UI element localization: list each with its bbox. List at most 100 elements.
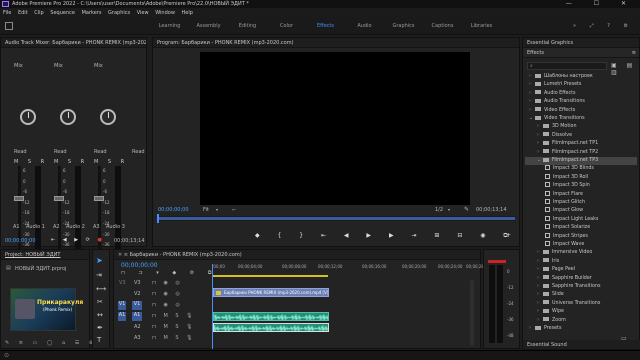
track-row-a3[interactable]: A3 ⊓ M S 🎙: [116, 334, 210, 344]
effect-folder[interactable]: › Sapphire Builder: [525, 275, 637, 283]
program-timecode[interactable]: 00;00;00;00: [158, 207, 189, 213]
channel-a1-track[interactable]: Audio 1: [26, 224, 45, 230]
timeline-ruler[interactable]: :00;00 00;00;04;00 00;00;08;00 00;00;12;…: [212, 264, 488, 274]
pan-knob-a1[interactable]: [20, 109, 36, 125]
workspace-extra-icons[interactable]: » ⤢ ? ⚙: [573, 23, 634, 29]
effect-folder[interactable]: ⌄ Video Transitions: [525, 115, 637, 123]
effect-item[interactable]: Impact Stripes: [525, 232, 637, 241]
track-controls-a1[interactable]: ⊓ M S 🎙: [152, 313, 196, 319]
program-scrubber[interactable]: [157, 214, 515, 223]
menu-markers[interactable]: Markers: [82, 10, 102, 16]
effect-item[interactable]: Impact Light Leaks: [525, 215, 637, 224]
workspace-graphics[interactable]: Graphics: [384, 18, 423, 35]
track-row-a1[interactable]: A1 A1 ⊓ M S 🎙: [116, 312, 210, 322]
workspace-learning[interactable]: Learning: [150, 18, 189, 35]
wrench-icon[interactable]: ✎: [464, 206, 469, 213]
workspace-captions[interactable]: Captions: [423, 18, 462, 35]
workspace-color[interactable]: Color: [267, 18, 306, 35]
track-controls-v1[interactable]: ⊓ ◉ ◎: [152, 302, 183, 308]
mixer-timecode[interactable]: 00;00;00;00: [5, 238, 36, 244]
mix-label-a2[interactable]: Mix: [54, 63, 63, 69]
fit-chevron-icon[interactable]: ▾: [216, 207, 218, 212]
menu-sequence[interactable]: Sequence: [50, 10, 75, 16]
timeline-playhead[interactable]: [212, 264, 213, 349]
effect-folder[interactable]: › 3D Motion: [525, 123, 637, 131]
effect-folder[interactable]: › FilmImpact.net TP2: [525, 149, 637, 157]
read-label-a3[interactable]: Read: [94, 149, 107, 155]
effect-folder[interactable]: › Audio Effects: [525, 90, 637, 98]
mixer-transport[interactable]: ⇤ ◀ ▶ ⟳ ●: [51, 237, 105, 243]
track-select-icon[interactable]: ⇥: [96, 271, 102, 279]
timeline-timecode[interactable]: 00;00;00;00: [121, 262, 158, 269]
workspace-assembly[interactable]: Assembly: [189, 18, 228, 35]
workspace-effects[interactable]: Effects: [306, 18, 345, 35]
effect-folder[interactable]: › Presets: [525, 325, 637, 333]
effect-item[interactable]: Impact 3D Blinds: [525, 165, 637, 173]
sequence-name[interactable]: Барбарики - PHONK REMIX (mp3-2020.com): [130, 252, 242, 258]
track-controls-a3[interactable]: ⊓ M S 🎙: [152, 335, 196, 341]
menu-help[interactable]: Help: [182, 10, 193, 16]
razor-icon[interactable]: ✂: [97, 298, 103, 306]
timeline-scrollbar[interactable]: [470, 280, 474, 346]
mute-solo-a1[interactable]: M S R: [14, 159, 48, 165]
workspace-libraries[interactable]: Libraries: [462, 18, 501, 35]
settings-wrench-icon[interactable]: ⌐: [232, 207, 236, 213]
project-thumbnail[interactable]: Прикаракуля (Phonk Remix): [10, 288, 83, 331]
mix-label-a1[interactable]: Mix: [14, 63, 23, 69]
channel-a2-track[interactable]: Audio 2: [66, 224, 85, 230]
effect-folder[interactable]: ⌄ FilmImpact.net TP3: [525, 157, 637, 165]
channel-a3-track[interactable]: Audio 3: [106, 224, 125, 230]
read-label-a2[interactable]: Read: [54, 149, 67, 155]
pen-icon[interactable]: ✒: [97, 324, 103, 332]
effect-folder[interactable]: › Video Effects: [525, 107, 637, 115]
effect-item[interactable]: Impact 3D Roll: [525, 173, 637, 182]
mute-solo-a2[interactable]: M S R: [54, 159, 88, 165]
effect-folder[interactable]: › Slide: [525, 291, 637, 299]
workspace-editing[interactable]: Editing: [228, 18, 267, 35]
menu-clip[interactable]: Clip: [34, 10, 43, 16]
fit-dropdown[interactable]: Fit: [203, 207, 209, 213]
menu-file[interactable]: File: [3, 10, 11, 16]
track-row-v3[interactable]: V3 V3 ⊓ ◉ ◎: [116, 279, 210, 289]
audio-clip-a1[interactable]: [213, 312, 329, 321]
effect-item[interactable]: Impact Flare: [525, 190, 637, 199]
effect-item[interactable]: Impact Solarize: [525, 224, 637, 232]
effect-folder[interactable]: › Sapphire Transitions: [525, 283, 637, 291]
effect-folder[interactable]: › Iris: [525, 258, 637, 266]
slip-icon[interactable]: ↔: [97, 311, 103, 319]
effect-folder[interactable]: › Wipe: [525, 308, 637, 316]
workspace-audio[interactable]: Audio: [345, 18, 384, 35]
effect-item[interactable]: Impact Wave: [525, 241, 637, 249]
track-row-v2[interactable]: V2 ⊓ ◉ ◎: [116, 290, 210, 300]
type-tool-icon[interactable]: T: [97, 336, 101, 344]
pan-knob-a3[interactable]: [100, 109, 116, 125]
effect-folder[interactable]: › Immersive Video: [525, 249, 637, 257]
add-button-icon[interactable]: +: [506, 232, 511, 239]
program-playhead[interactable]: [157, 214, 159, 223]
timeline-tools[interactable]: ⊓ ⊐ ▾ ◆ ⚙ ⧉: [121, 270, 217, 276]
effect-item[interactable]: Impact Glitch: [525, 199, 637, 207]
track-controls-v3[interactable]: ⊓ ◉ ◎: [152, 280, 183, 286]
effect-item[interactable]: Impact Glow: [525, 207, 637, 215]
pan-knob-a2[interactable]: [60, 109, 76, 125]
essential-graphics-header[interactable]: Essential Graphics: [523, 38, 639, 48]
clip-indicator[interactable]: [488, 260, 506, 263]
resolution-dropdown[interactable]: 1/2: [435, 207, 443, 213]
effect-folder[interactable]: › Шаблоны настроек: [525, 73, 637, 81]
selection-tool-icon[interactable]: ➤: [96, 256, 103, 265]
track-controls-a2[interactable]: ⊓ M S 🎙: [152, 324, 196, 330]
resolution-chevron-icon[interactable]: ▾: [448, 207, 450, 212]
effect-item[interactable]: Impact 3D Spin: [525, 182, 637, 190]
effect-folder[interactable]: › Zoom: [525, 317, 637, 325]
work-area-bar[interactable]: [212, 275, 328, 277]
essential-sound-header[interactable]: Essential Sound: [523, 340, 640, 350]
read-label-a1[interactable]: Read: [14, 149, 27, 155]
effect-folder[interactable]: › Lumetri Presets: [525, 81, 637, 89]
menu-view[interactable]: View: [137, 10, 149, 16]
track-row-v1[interactable]: V1 V1 ⊓ ◉ ◎: [116, 301, 210, 311]
effect-folder[interactable]: › FilmImpact.net TP1: [525, 140, 637, 148]
home-icon[interactable]: [5, 22, 13, 30]
effect-folder[interactable]: › Audio Transitions: [525, 98, 637, 106]
effect-folder[interactable]: › Dissolve: [525, 132, 637, 140]
source-patch-a1[interactable]: A1: [118, 312, 126, 321]
